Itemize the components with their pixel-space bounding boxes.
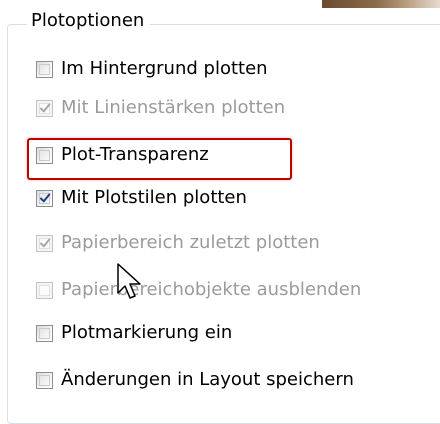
option-plot-stamp-on[interactable]: Plotmarkierung ein [36,320,232,346]
checkbox [36,234,53,252]
checkbox[interactable] [36,324,53,342]
option-label: Papierbereichobjekte ausblenden [61,279,362,300]
option-label: Plotmarkierung ein [61,322,233,343]
checkmark-icon [40,103,51,112]
option-save-changes-to-layout[interactable]: Änderungen in Layout speichern [36,367,354,393]
option-plot-in-background[interactable]: Im Hintergrund plotten [36,56,268,82]
checkbox [36,281,53,299]
checkbox[interactable] [36,371,53,389]
checkmark-icon [40,238,51,247]
option-label: Mit Linienstärken plotten [61,97,286,118]
option-label: Papierbereich zuletzt plotten [61,232,320,253]
option-label: Änderungen in Layout speichern [61,369,354,390]
option-plot-with-styles[interactable]: Mit Plotstilen plotten [36,185,247,211]
checkmark-icon [40,193,51,202]
option-plot-lineweights: Mit Linienstärken plotten [36,95,285,121]
plot-options-groupbox [7,24,440,424]
background-photo-corner [322,0,440,8]
option-hide-paperspace-objects: Papierbereichobjekte ausblenden [36,277,361,303]
checkbox[interactable] [36,60,53,78]
group-title: Plotoptionen [27,8,151,34]
checkbox [36,99,53,117]
option-plot-paperspace-last: Papierbereich zuletzt plotten [36,230,320,256]
checkbox[interactable] [36,189,53,207]
option-label: Mit Plotstilen plotten [61,187,247,208]
mouse-cursor-icon [117,263,141,299]
option-label: Im Hintergrund plotten [61,58,268,79]
highlight-box [27,138,292,180]
